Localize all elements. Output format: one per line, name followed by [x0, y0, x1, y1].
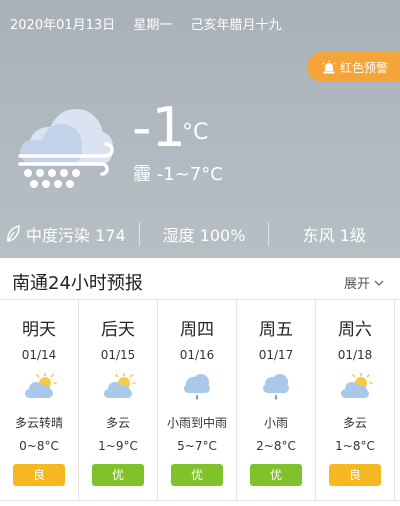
partly-cloudy-icon — [341, 373, 373, 398]
expand-label: 展开 — [343, 277, 370, 292]
rain-icon — [184, 374, 210, 400]
forecast-days: 明天 01/14 多云转晴 0~8°C 良 后天 01/15 多云 1~9°C … — [0, 300, 400, 500]
pollution-stat[interactable]: 中度污染 174 — [0, 222, 139, 246]
forecast-day[interactable]: 周四 01/16 小雨到中雨 5~7°C 优 — [158, 300, 237, 500]
forecast-header: 南通24小时预报 展开 — [0, 262, 400, 300]
current-temperature: -1 — [132, 96, 186, 159]
pollution-text: 中度污染 174 — [26, 226, 126, 245]
day-date: 01/14 — [21, 348, 57, 362]
weather-stats-bar: 中度污染 174 湿度 100% 东风 1级 — [0, 217, 400, 251]
leaf-icon — [7, 225, 20, 242]
day-description: 多云 — [105, 416, 130, 430]
day-date: 01/16 — [179, 348, 215, 362]
day-temperature-range: 1~8°C — [335, 439, 375, 453]
humidity-stat: 湿度 100% — [139, 222, 267, 246]
day-name: 周四 — [180, 320, 214, 340]
cloud-snow-icon — [18, 109, 114, 188]
wind-text: 东风 1级 — [302, 226, 366, 245]
aqi-badge: 优 — [171, 464, 223, 486]
day-description: 小雨 — [263, 416, 288, 430]
forecast-day[interactable]: 周五 01/17 小雨 2~8°C 优 — [237, 300, 316, 500]
day-name: 明天 — [22, 320, 56, 340]
divider — [0, 500, 400, 501]
day-temperature-range: 5~7°C — [177, 439, 217, 453]
current-condition: 霾 -1~7°C — [133, 164, 223, 185]
day-date: 01/17 — [258, 348, 294, 362]
rain-icon — [263, 374, 289, 400]
partly-cloudy-icon — [104, 373, 136, 398]
forecast-day[interactable]: 后天 01/15 多云 1~9°C 优 — [79, 300, 158, 500]
temperature-unit: °C — [182, 120, 209, 145]
wind-stat: 东风 1级 — [267, 222, 400, 246]
alert-label: 红色预警 — [340, 60, 389, 75]
partly-cloudy-icon — [25, 373, 57, 398]
day-temperature-range: 1~9°C — [98, 439, 138, 453]
day-temperature-range: 2~8°C — [256, 439, 296, 453]
forecast-day[interactable]: 周六 01/18 多云 1~8°C 良 — [316, 300, 395, 500]
aqi-badge: 良 — [13, 464, 65, 486]
expand-button[interactable]: 展开 — [344, 273, 384, 292]
day-description: 小雨到中雨 — [166, 416, 227, 430]
day-name: 周六 — [338, 320, 372, 340]
red-alert-button[interactable]: 红色预警 — [307, 52, 400, 82]
chevron-down-icon — [374, 280, 384, 286]
aqi-badge: 优 — [250, 464, 302, 486]
forecast-day[interactable]: 明天 01/14 多云转晴 0~8°C 良 — [0, 300, 79, 500]
weekday-text: 星期一 — [133, 18, 173, 33]
lunar-date-text: 己亥年腊月十九 — [190, 18, 282, 33]
day-date: 01/15 — [100, 348, 136, 362]
day-name: 周五 — [259, 320, 293, 340]
day-description: 多云 — [342, 416, 367, 430]
date-bar: 2020年01月13日 星期一 己亥年腊月十九 — [10, 14, 295, 33]
humidity-text: 湿度 100% — [162, 226, 246, 245]
day-description: 多云转晴 — [14, 416, 63, 430]
forecast-title: 南通24小时预报 — [12, 273, 143, 294]
alarm-light-icon — [322, 60, 336, 74]
day-temperature-range: 0~8°C — [19, 439, 59, 453]
day-date: 01/18 — [337, 348, 373, 362]
day-name: 后天 — [101, 320, 135, 340]
date-text: 2020年01月13日 — [10, 18, 116, 33]
current-weather-panel: 2020年01月13日 星期一 己亥年腊月十九 红色预警 -1 °C 霾 -1~… — [0, 0, 400, 258]
aqi-badge: 优 — [92, 464, 144, 486]
aqi-badge: 良 — [329, 464, 381, 486]
